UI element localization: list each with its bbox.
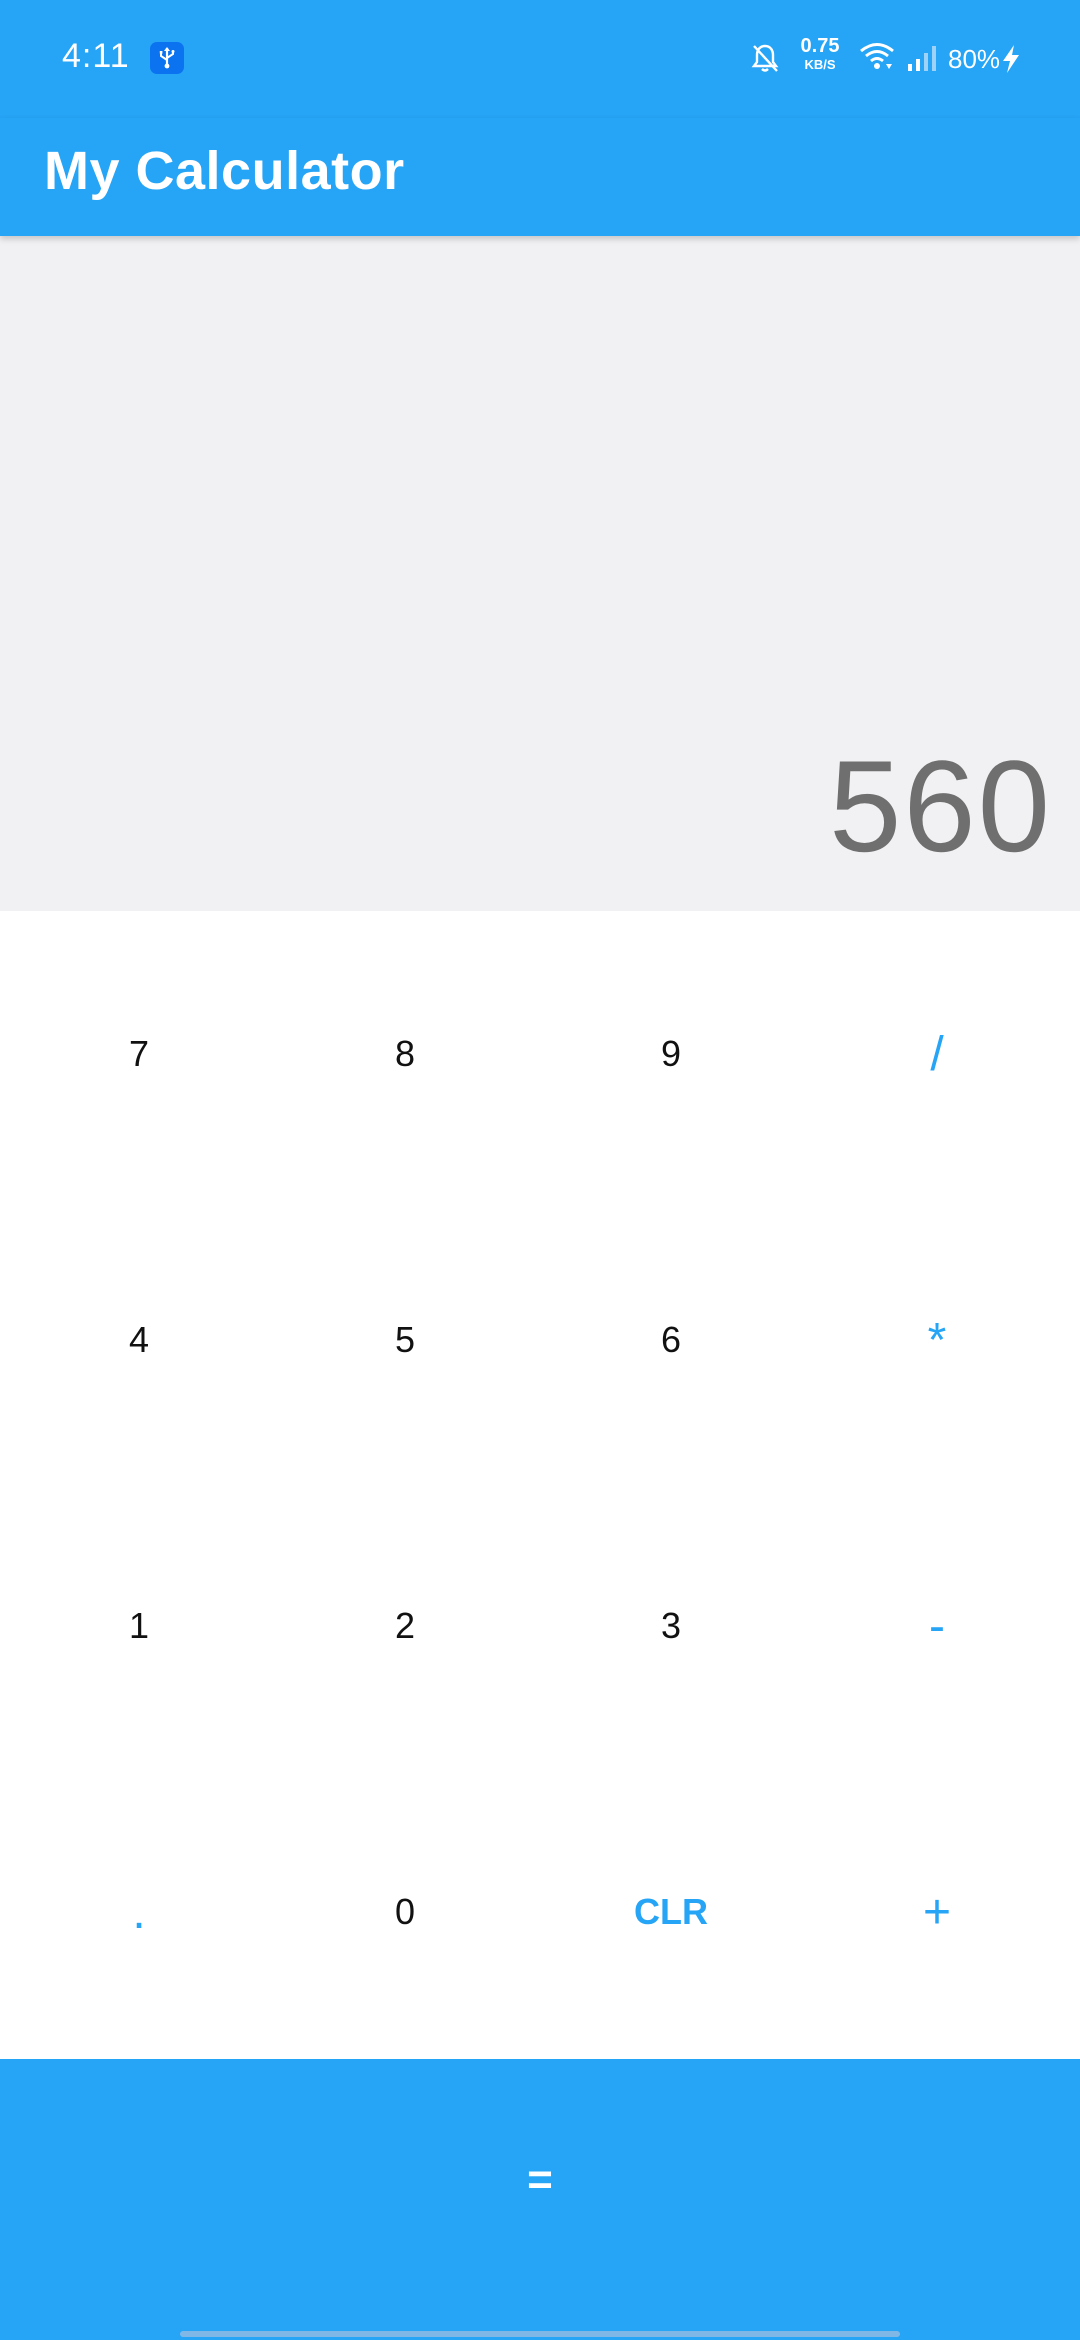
status-bar: 4:11 0.75 KB/S 80%: [0, 0, 1080, 118]
equals-button[interactable]: =: [0, 2059, 1080, 2340]
key-0[interactable]: 0: [271, 1769, 539, 2055]
net-speed-unit: KB/S: [804, 57, 836, 72]
bell-off-icon: [750, 42, 780, 79]
status-time: 4:11: [62, 37, 130, 75]
usb-icon: [150, 42, 184, 74]
key-clear[interactable]: CLR: [537, 1769, 805, 2055]
key-2[interactable]: 2: [271, 1483, 539, 1769]
key-decimal[interactable]: .: [5, 1769, 273, 2055]
key-6[interactable]: 6: [537, 1197, 805, 1483]
signal-icon: [906, 44, 940, 77]
key-8[interactable]: 8: [271, 911, 539, 1197]
home-indicator[interactable]: [180, 2331, 900, 2337]
app-title: My Calculator: [44, 141, 405, 201]
keypad: 7 8 9 / 4 5 6 * 1 2 3 - . 0 CLR +: [0, 911, 1080, 2059]
net-speed: 0.75 KB/S: [790, 36, 850, 71]
app-bar: My Calculator: [0, 118, 1080, 236]
key-5[interactable]: 5: [271, 1197, 539, 1483]
calculator-app: 4:11 0.75 KB/S 80% My Calculator 560 7 8…: [0, 0, 1080, 2340]
key-multiply[interactable]: *: [803, 1197, 1071, 1483]
key-add[interactable]: +: [803, 1769, 1071, 2055]
net-speed-value: 0.75: [800, 35, 840, 57]
key-subtract[interactable]: -: [803, 1483, 1071, 1769]
battery-level: 80%: [948, 44, 1001, 74]
wifi-icon: [858, 40, 896, 77]
result-value: 560: [829, 733, 1052, 879]
key-divide[interactable]: /: [803, 911, 1071, 1197]
charging-bolt-icon: [1000, 44, 1022, 79]
key-9[interactable]: 9: [537, 911, 805, 1197]
key-1[interactable]: 1: [5, 1483, 273, 1769]
key-4[interactable]: 4: [5, 1197, 273, 1483]
key-3[interactable]: 3: [537, 1483, 805, 1769]
key-7[interactable]: 7: [5, 911, 273, 1197]
equals-label: =: [527, 2154, 553, 2204]
status-icons: 0.75 KB/S 80%: [680, 0, 1080, 118]
result-display: 560: [0, 236, 1080, 911]
